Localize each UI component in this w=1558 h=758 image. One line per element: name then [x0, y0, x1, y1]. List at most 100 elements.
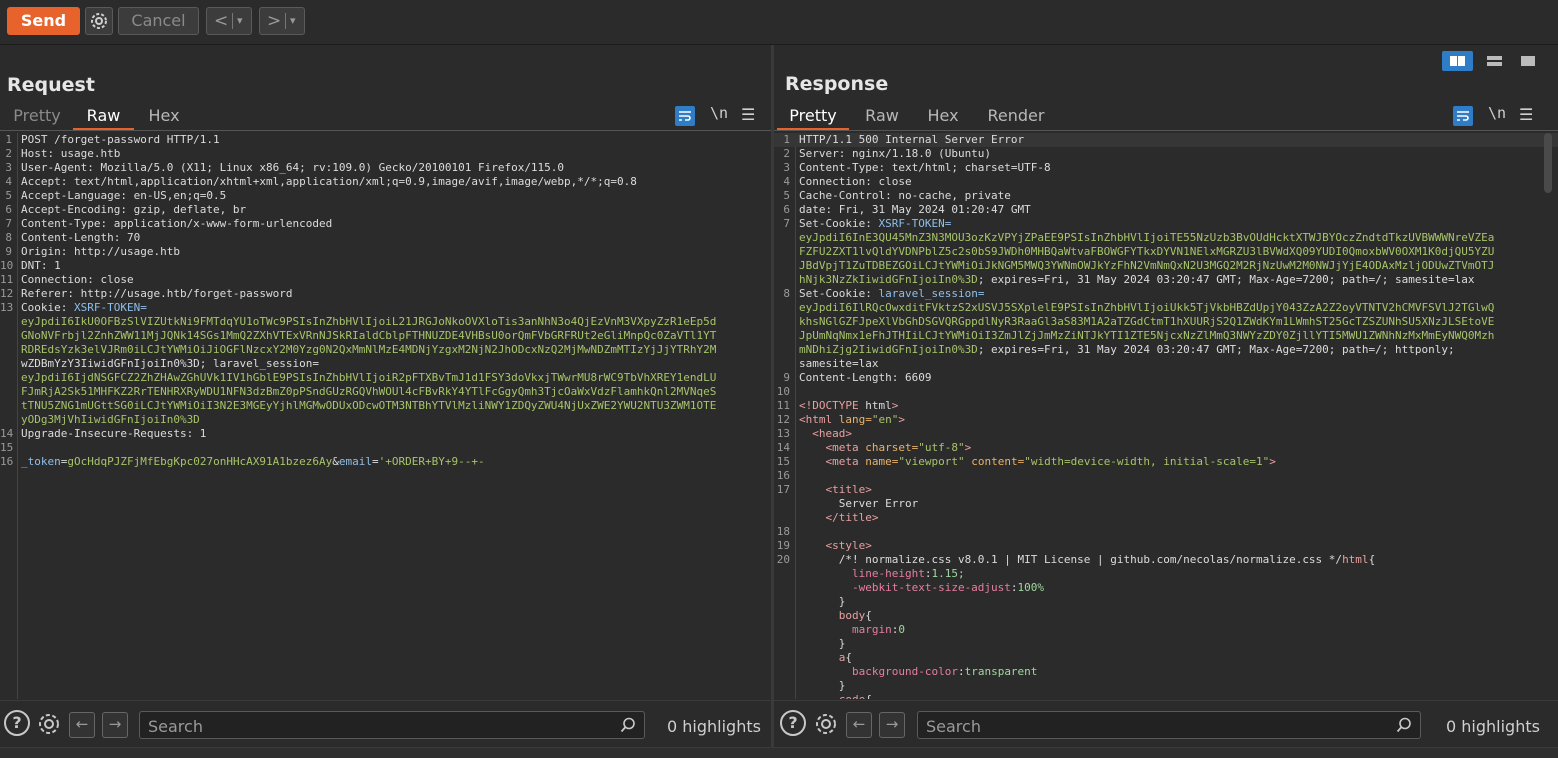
layout-switcher — [1442, 51, 1549, 71]
line-number: 5 — [783, 189, 790, 202]
code-line: 3 Content-Type: text/html; charset=UTF-8 — [774, 161, 1558, 175]
back-arrow-icon: < — [214, 11, 229, 31]
code-line: eyJpdiI6IjdNSGFCZ2ZhZHAwZGhUVk1IV1hGblE9… — [0, 371, 771, 385]
line-text: Origin: http://usage.htb — [21, 245, 180, 258]
line-text: background-color:transparent — [799, 665, 1038, 678]
line-text: <html lang="en"> — [799, 413, 905, 426]
gear-icon[interactable] — [35, 710, 63, 738]
code-line: 20 /*! normalize.css v8.0.1 | MIT Licens… — [774, 553, 1558, 567]
code-line: 13 Cookie: XSRF-TOKEN= — [0, 301, 771, 315]
code-line: eyJpdiI6InE3QU45MnZ3N3MOU3ozKzVPYjZPaEE9… — [774, 231, 1558, 245]
line-text: <meta name="viewport" content="width=dev… — [825, 455, 1276, 468]
code-line: JpUmNqNmx1eFhJTHIiLCJtYWMiOiI3ZmJlZjJmMz… — [774, 329, 1558, 343]
columns-icon — [1450, 56, 1465, 66]
line-number: 12 — [0, 287, 14, 300]
tab-hex[interactable]: Hex — [919, 104, 967, 130]
response-editor[interactable]: 1 HTTP/1.1 500 Internal Server Error 2 Serv… — [774, 133, 1558, 699]
line-text: _token=gOcHdqPJZFjMfEbgKpc027onHHcAX91A1… — [21, 455, 485, 468]
code-line: body{ — [774, 609, 1558, 623]
line-text: User-Agent: Mozilla/5.0 (X11; Linux x86_… — [21, 161, 565, 174]
line-text: } — [799, 679, 846, 692]
forward-button[interactable]: > ▾ — [259, 7, 305, 35]
previous-match-button[interactable]: ← — [846, 712, 872, 738]
code-line: 11 <!DOCTYPE html> — [774, 399, 1558, 413]
line-text: <style> — [825, 539, 872, 552]
chevron-down-icon[interactable]: ▾ — [290, 8, 296, 34]
tab-pretty[interactable]: Pretty — [777, 104, 849, 130]
line-text: hNjk3NzZkIiwidGFnIjoiIn0%3D; expires=Fri… — [799, 273, 1475, 286]
vertical-scrollbar[interactable] — [1544, 133, 1552, 193]
search-field[interactable] — [917, 711, 1421, 739]
line-text: samesite=lax — [799, 357, 879, 370]
help-icon[interactable]: ? — [4, 710, 30, 736]
chevron-down-icon[interactable]: ▾ — [237, 8, 243, 34]
line-text: code{ — [799, 693, 872, 699]
next-match-button[interactable]: → — [879, 712, 905, 738]
next-match-button[interactable]: → — [102, 712, 128, 738]
layout-side-by-side-button[interactable] — [1442, 51, 1473, 71]
show-newlines-toggle[interactable]: \n — [710, 104, 728, 122]
line-text: RDREdsYzk3elVJRm0iLCJtYWMiOiJiOGFlNzcxY2… — [21, 343, 717, 356]
code-line: 1 POST /forget-password HTTP/1.1 — [0, 133, 771, 147]
line-number: 6 — [5, 203, 12, 216]
code-line: 3 User-Agent: Mozilla/5.0 (X11; Linux x86… — [0, 161, 771, 175]
menu-icon[interactable]: ☰ — [741, 105, 755, 124]
line-text: Set-Cookie: laravel_session= — [799, 287, 985, 300]
line-number: 11 — [0, 273, 14, 286]
search-input[interactable] — [924, 715, 1355, 737]
show-newlines-toggle[interactable]: \n — [1488, 104, 1506, 122]
status-bar — [0, 747, 1558, 758]
line-number: 16 — [776, 469, 790, 482]
code-line: 15 — [0, 441, 771, 455]
request-editor[interactable]: 1 POST /forget-password HTTP/1.1 2 Host: us… — [0, 133, 771, 699]
back-button[interactable]: < ▾ — [206, 7, 252, 35]
wrap-lines-toggle[interactable] — [675, 106, 695, 126]
line-text: Accept-Encoding: gzip, deflate, br — [21, 203, 247, 216]
line-number: 17 — [776, 483, 790, 496]
line-text: mNDhiZjg2IiwidGFnIjoiIn0%3D; expires=Fri… — [799, 343, 1455, 356]
line-text: -webkit-text-size-adjust:100% — [799, 581, 1045, 594]
previous-match-button[interactable]: ← — [69, 712, 95, 738]
layout-tabs-button[interactable] — [1512, 51, 1543, 71]
line-number: 2 — [783, 147, 790, 160]
code-line: 7 Set-Cookie: XSRF-TOKEN= — [774, 217, 1558, 231]
tab-hex[interactable]: Hex — [140, 104, 188, 130]
code-line: 16 _token=gOcHdqPJZFjMfEbgKpc027onHHcAX91… — [0, 455, 771, 469]
layout-stacked-button[interactable] — [1479, 51, 1510, 71]
line-text: <head> — [812, 427, 852, 440]
line-number: 16 — [0, 455, 14, 468]
code-line: background-color:transparent — [774, 665, 1558, 679]
line-number: 15 — [0, 441, 14, 454]
line-number: 10 — [776, 385, 790, 398]
line-number: 8 — [5, 231, 12, 244]
tab-render[interactable]: Render — [981, 104, 1051, 130]
line-number: 3 — [5, 161, 12, 174]
button-separator — [285, 13, 286, 29]
gear-icon[interactable] — [812, 710, 840, 738]
wrap-lines-toggle[interactable] — [1453, 106, 1473, 126]
response-title: Response — [785, 73, 889, 95]
line-number: 1 — [5, 133, 12, 146]
line-text: HTTP/1.1 500 Internal Server Error — [799, 133, 1025, 146]
line-number: 14 — [776, 441, 790, 454]
code-line: 9 Origin: http://usage.htb — [0, 245, 771, 259]
code-line: RDREdsYzk3elVJRm0iLCJtYWMiOiJiOGFlNzcxY2… — [0, 343, 771, 357]
tab-pretty[interactable]: Pretty — [7, 104, 67, 130]
tab-raw[interactable]: Raw — [73, 104, 134, 130]
send-button[interactable]: Send — [7, 7, 80, 35]
code-line: 14 Upgrade-Insecure-Requests: 1 — [0, 427, 771, 441]
search-input[interactable] — [146, 715, 579, 737]
line-text: Content-Length: 6609 — [799, 371, 932, 384]
code-line: eyJpdiI6IlRQcOwxditFVktzS2xUSVJ5SXplelE9… — [774, 301, 1558, 315]
line-text: Server Error — [799, 497, 919, 510]
tab-raw[interactable]: Raw — [858, 104, 906, 130]
cancel-button[interactable]: Cancel — [118, 7, 199, 35]
settings-button[interactable] — [85, 7, 113, 35]
line-number: 1 — [783, 133, 790, 146]
line-text: date: Fri, 31 May 2024 01:20:47 GMT — [799, 203, 1031, 216]
search-field[interactable] — [139, 711, 645, 739]
line-text: JBdVpjT1ZuTDBEZGOiLCJtYWMiOiJkNGM5MWQ3YW… — [799, 259, 1495, 272]
menu-icon[interactable]: ☰ — [1519, 105, 1533, 124]
help-icon[interactable]: ? — [780, 710, 806, 736]
line-text: a{ — [799, 651, 852, 664]
